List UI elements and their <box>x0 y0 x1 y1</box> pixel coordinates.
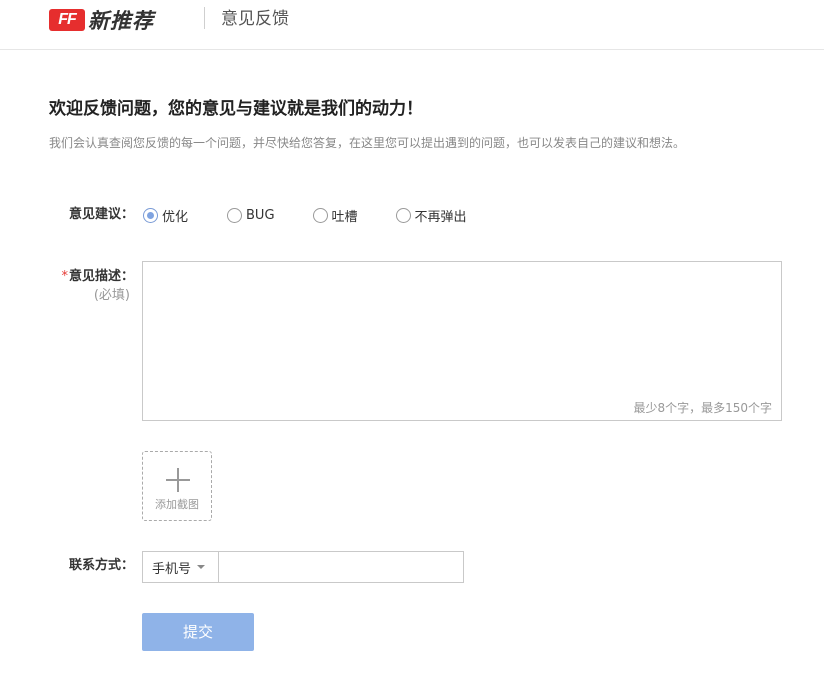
radio-optimize[interactable]: 优化 <box>143 206 188 225</box>
logo-text: 新推荐 <box>88 9 154 33</box>
radio-label: 优化 <box>162 209 189 225</box>
add-screenshot-button[interactable]: 添加截图 <box>142 451 212 521</box>
ff-logo-icon: FF <box>49 9 85 31</box>
add-screenshot-label: 添加截图 <box>155 498 199 511</box>
description-textarea[interactable] <box>143 262 781 420</box>
top-header: FF 新推荐 意见反馈 <box>0 0 824 50</box>
welcome-description: 我们会认真查阅您反馈的每一个问题，并尽快给您答复，在这里您可以提出遇到的问题，也… <box>49 136 686 150</box>
radio-circle[interactable] <box>395 207 411 223</box>
submit-button[interactable]: 提交 <box>142 613 254 651</box>
radio-bug[interactable]: BUG <box>227 207 275 223</box>
caret-down-icon <box>197 565 206 569</box>
required-mark: * <box>61 269 68 284</box>
radio-no-popup[interactable]: 不再弹出 <box>395 206 467 225</box>
char-limit-hint: 最少8个字，最多150个字 <box>633 401 772 415</box>
suggestion-label: 意见建议： <box>68 207 134 222</box>
radio-complain[interactable]: 吐槽 <box>312 206 358 225</box>
plus-icon <box>166 468 190 492</box>
radio-circle[interactable] <box>312 207 328 223</box>
radio-label: 不再弹出 <box>414 209 467 225</box>
radio-label: BUG <box>246 207 275 223</box>
contact-input[interactable] <box>219 552 463 582</box>
header-divider <box>204 7 205 29</box>
radio-circle-checked[interactable] <box>143 207 158 223</box>
contact-type-select[interactable]: 手机号 <box>143 552 219 582</box>
contact-label: 联系方式： <box>68 558 134 573</box>
logo[interactable]: FF 新推荐 <box>49 8 154 33</box>
required-text: (必填) <box>93 288 130 303</box>
radio-label: 吐槽 <box>331 209 358 225</box>
suggestion-radio-group: 优化 BUG 吐槽 不再弹出 <box>143 205 467 225</box>
description-label: 意见描述： <box>68 269 134 284</box>
radio-circle[interactable] <box>227 207 243 223</box>
contact-field: 手机号 <box>142 551 464 583</box>
welcome-title: 欢迎反馈问题，您的意见与建议就是我们的动力！ <box>49 99 423 119</box>
description-box: 最少8个字，最多150个字 <box>142 261 782 421</box>
page-title: 意见反馈 <box>221 9 289 29</box>
contact-type-value: 手机号 <box>152 561 192 577</box>
description-label-row: *意见描述： <box>20 268 134 286</box>
